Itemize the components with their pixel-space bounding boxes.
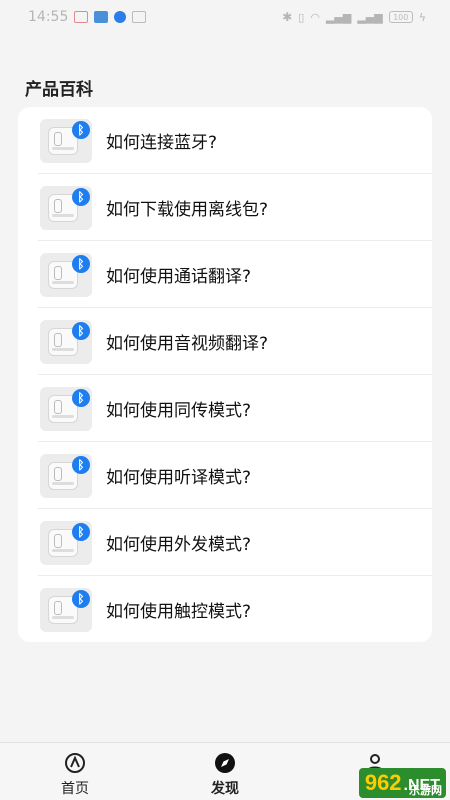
bluetooth-status-icon: ✱ — [282, 10, 293, 24]
list-item-connect-bluetooth[interactable]: ᛒ 如何连接蓝牙? — [18, 107, 432, 174]
status-left: 14:55 — [28, 9, 147, 25]
list-item-label: 如何使用外发模式? — [106, 535, 252, 555]
list-item-touch-mode[interactable]: ᛒ 如何使用触控模式? — [18, 576, 432, 642]
earbuds-thumbnail: ᛒ — [40, 319, 92, 364]
bluetooth-icon: ᛒ — [72, 522, 90, 541]
bluetooth-icon: ᛒ — [72, 187, 90, 206]
home-icon — [63, 751, 87, 775]
section-title: 产品百科 — [25, 80, 93, 100]
list-item-call-translation[interactable]: ᛒ 如何使用通话翻译? — [18, 241, 432, 308]
status-bar: 14:55 ✱ ▯ ◠ ▂▄▆ ▂▄▆ 100 ϟ — [0, 0, 450, 34]
list-item-listen-mode[interactable]: ᛒ 如何使用听译模式? — [18, 442, 432, 509]
list-item-offline-package[interactable]: ᛒ 如何下载使用离线包? — [18, 174, 432, 241]
status-time: 14:55 — [28, 9, 69, 25]
earbuds-thumbnail: ᛒ — [40, 185, 92, 230]
list-item-label: 如何使用通话翻译? — [106, 267, 252, 287]
battery-icon: 100 — [388, 11, 413, 23]
photo-notification-icon — [94, 11, 109, 23]
mail-notification-icon — [74, 11, 89, 23]
earbuds-thumbnail: ᛒ — [40, 118, 92, 163]
watermark-number: 962 — [364, 770, 402, 795]
watermark-subtitle: 乐游网 — [409, 784, 442, 797]
nav-home-label: 首页 — [61, 781, 89, 797]
bluetooth-icon: ᛒ — [72, 455, 90, 474]
bluetooth-icon: ᛒ — [72, 254, 90, 273]
list-item-label: 如何使用听译模式? — [106, 468, 252, 488]
earbuds-thumbnail: ᛒ — [40, 252, 92, 297]
vibrate-icon: ▯ — [298, 10, 305, 24]
grid-notification-icon — [132, 11, 147, 23]
list-item-label: 如何使用同传模式? — [106, 401, 252, 421]
battery-level: 100 — [393, 12, 409, 22]
signal-1-icon: ▂▄▆ — [325, 10, 352, 24]
charging-icon: ϟ — [418, 10, 426, 24]
app-notification-icon — [114, 11, 127, 23]
compass-icon — [213, 751, 237, 775]
earbuds-thumbnail: ᛒ — [40, 386, 92, 431]
bluetooth-icon: ᛒ — [72, 589, 90, 608]
wifi-icon: ◠ — [310, 10, 320, 24]
bluetooth-icon: ᛒ — [72, 388, 90, 407]
nav-discover[interactable]: 发现 — [150, 743, 300, 798]
status-right: ✱ ▯ ◠ ▂▄▆ ▂▄▆ 100 ϟ — [282, 10, 426, 24]
list-item-label: 如何连接蓝牙? — [106, 133, 218, 153]
list-item-label: 如何使用音视频翻译? — [106, 334, 269, 354]
earbuds-thumbnail: ᛒ — [40, 453, 92, 498]
list-item-av-translation[interactable]: ᛒ 如何使用音视频翻译? — [18, 308, 432, 375]
list-item-simultaneous-mode[interactable]: ᛒ 如何使用同传模式? — [18, 375, 432, 442]
earbuds-thumbnail: ᛒ — [40, 520, 92, 565]
earbuds-thumbnail: ᛒ — [40, 587, 92, 632]
bluetooth-icon: ᛒ — [72, 321, 90, 340]
list-item-speaker-mode[interactable]: ᛒ 如何使用外发模式? — [18, 509, 432, 576]
nav-home[interactable]: 首页 — [0, 743, 150, 798]
faq-list: ᛒ 如何连接蓝牙? ᛒ 如何下载使用离线包? ᛒ 如何使用通话翻译? ᛒ 如何使… — [18, 107, 432, 642]
nav-discover-label: 发现 — [211, 781, 239, 797]
list-item-label: 如何下载使用离线包? — [106, 200, 269, 220]
signal-2-icon: ▂▄▆ — [357, 10, 383, 24]
bluetooth-icon: ᛒ — [72, 120, 90, 139]
list-item-label: 如何使用触控模式? — [106, 602, 252, 622]
